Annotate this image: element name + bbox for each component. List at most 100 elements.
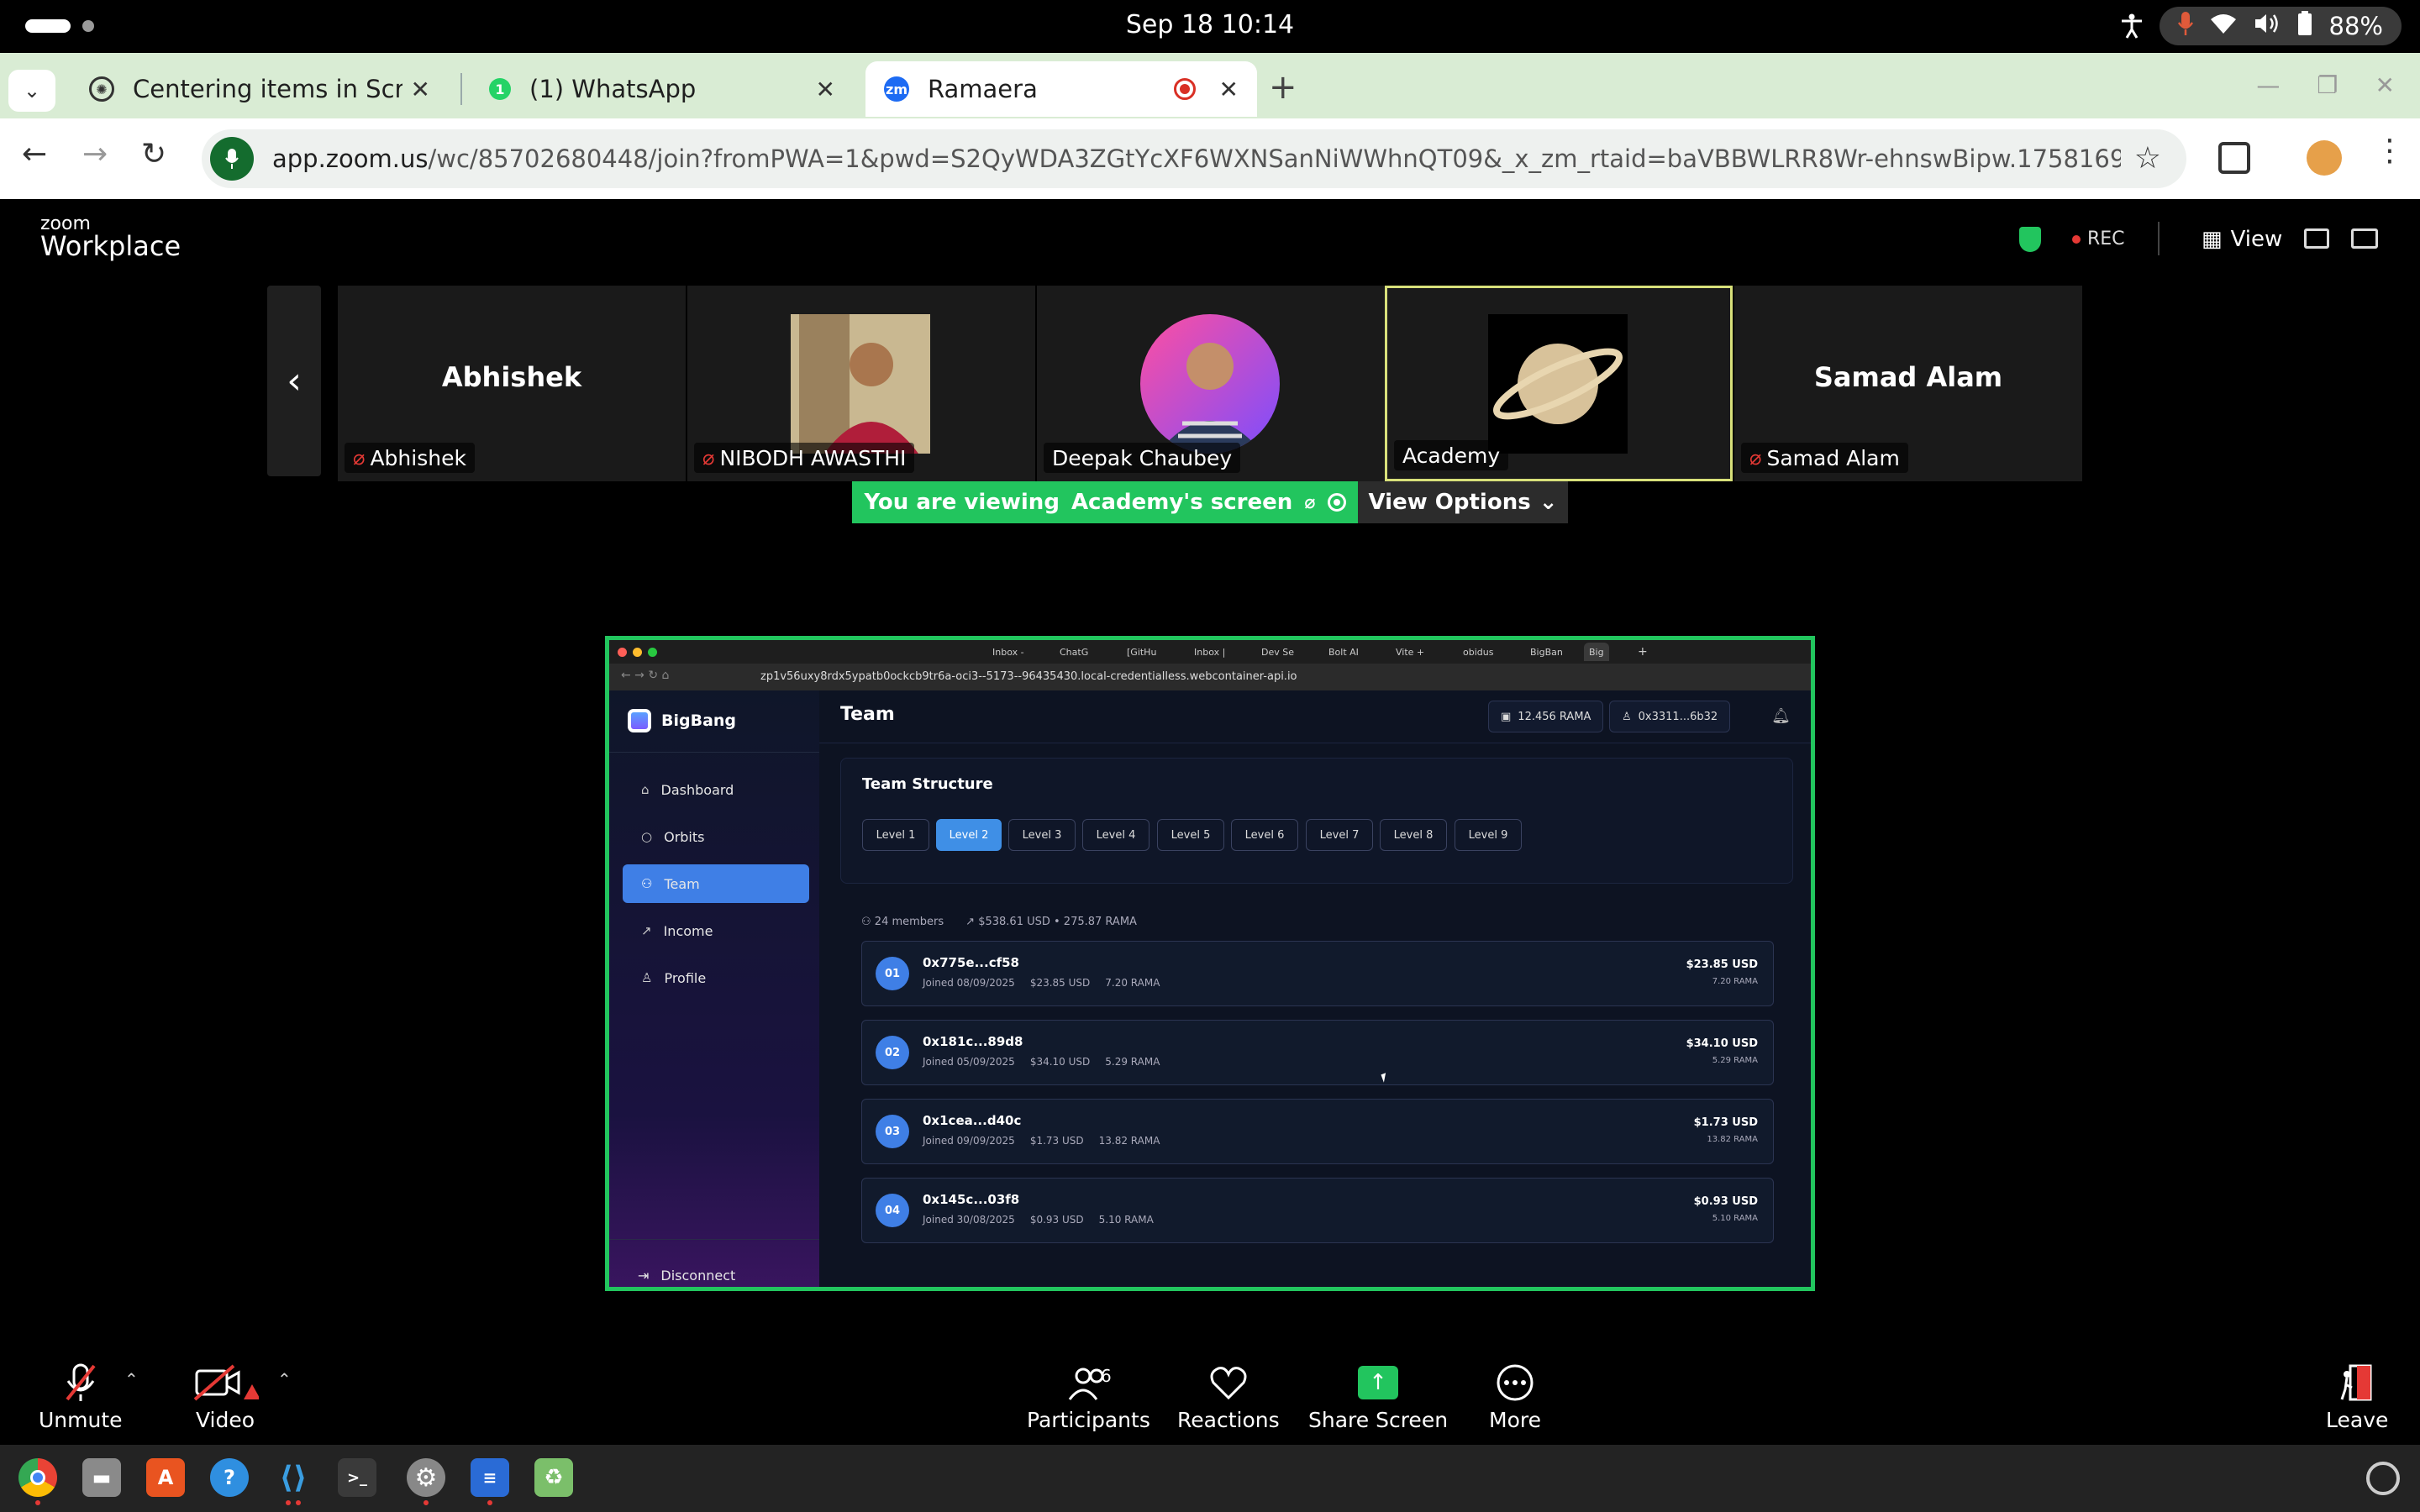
shared-browser-tabs: Inbox - ChatG [GitHu Inbox | Dev Se Bolt…: [609, 640, 1811, 664]
picture-in-picture-icon[interactable]: [2304, 228, 2329, 249]
new-tab-button[interactable]: +: [1269, 68, 1297, 107]
app-center-icon[interactable]: A: [146, 1458, 185, 1497]
grid-view-icon: ▦: [2202, 227, 2223, 252]
tab-chatgpt[interactable]: ✺ Centering items in ScrollV ✕: [71, 61, 449, 117]
audio-options-chevron-icon[interactable]: ⌃: [124, 1369, 139, 1389]
tab-whatsapp[interactable]: 1 (1) WhatsApp ✕: [471, 61, 854, 117]
reload-icon[interactable]: ↻: [141, 137, 166, 171]
participant-big-name: Samad Alam: [1813, 361, 2003, 393]
participant-tile-academy[interactable]: Academy: [1385, 286, 1733, 481]
close-window-icon[interactable]: ✕: [2375, 71, 2395, 99]
participant-name: Abhishek: [370, 445, 466, 470]
shared-tab: obidus: [1463, 646, 1494, 658]
leave-button[interactable]: Leave: [2326, 1362, 2388, 1432]
video-options-chevron-icon[interactable]: ⌃: [277, 1369, 292, 1389]
level-tab: Level 8: [1380, 819, 1447, 851]
shared-address-bar: ← → ↻ ⌂ zp1v56uxy8rdx5ypatb0ockcb9tr6a-o…: [609, 664, 1811, 690]
browser-menu-icon[interactable]: ⋮: [2375, 134, 2405, 168]
url-text[interactable]: app.zoom.us/wc/85702680448/join?fromPWA=…: [272, 144, 2121, 173]
chevron-down-icon: ⌄: [23, 79, 41, 102]
back-arrow-icon[interactable]: ←: [22, 137, 47, 171]
joined-date: Joined 08/09/2025: [923, 977, 1015, 989]
joined-date: Joined 09/09/2025: [923, 1135, 1015, 1147]
participant-tile-deepak[interactable]: Deepak Chaubey: [1037, 286, 1385, 481]
nav-label: Income: [663, 922, 713, 939]
chrome-icon[interactable]: [18, 1458, 57, 1497]
shared-screen[interactable]: Inbox - ChatG [GitHu Inbox | Dev Se Bolt…: [605, 636, 1815, 1291]
fullscreen-icon[interactable]: [2351, 228, 2378, 249]
unmute-button[interactable]: Unmute: [39, 1362, 123, 1432]
maximize-icon[interactable]: ❐: [2317, 71, 2338, 99]
chevron-down-icon: ⌄: [1539, 490, 1558, 515]
mac-minimize-icon: [633, 648, 642, 657]
battery-percent: 88%: [2328, 12, 2383, 40]
participant-tile-samad[interactable]: Samad Alam ⌀ Samad Alam: [1734, 286, 2082, 481]
participant-tile-nibodh[interactable]: ⌀ NIBODH AWASTHI: [687, 286, 1035, 481]
nav-orbits: ○ Orbits: [623, 817, 809, 856]
zoom-icon: zm: [884, 76, 909, 102]
minimize-icon[interactable]: —: [2256, 71, 2280, 99]
team-totals: ↗ $538.61 USD • 275.87 RAMA: [965, 916, 1137, 928]
team-member-row: 03 0x1cea...d40c Joined 09/09/2025 $1.73 …: [861, 1099, 1774, 1164]
close-tab-icon[interactable]: ✕: [1219, 76, 1239, 103]
view-button[interactable]: ▦ View: [2202, 227, 2282, 252]
close-tab-icon[interactable]: ✕: [816, 76, 835, 103]
more-button[interactable]: More: [1489, 1362, 1541, 1432]
member-rama: 5.10 RAMA: [1712, 1214, 1758, 1223]
prev-page-button[interactable]: ‹: [267, 286, 321, 476]
address-bar[interactable]: app.zoom.us/wc/85702680448/join?fromPWA=…: [202, 129, 2186, 188]
tab-separator: [460, 73, 462, 105]
unmute-label: Unmute: [39, 1408, 123, 1432]
url-path: /wc/85702680448/join?fromPWA=1&pwd=S2QyW…: [428, 144, 2121, 173]
running-indicator: [286, 1500, 291, 1505]
member-rama: 7.20 RAMA: [1712, 977, 1758, 986]
share-screen-button[interactable]: ↑ Share Screen: [1308, 1362, 1448, 1432]
files-icon[interactable]: ▬: [82, 1458, 121, 1497]
trend-icon: ↗: [641, 923, 652, 938]
profile-avatar[interactable]: [2307, 140, 2342, 176]
chatgpt-icon: ✺: [89, 76, 114, 102]
forward-arrow-icon[interactable]: →: [82, 137, 108, 171]
video-button[interactable]: Video: [192, 1362, 259, 1432]
member-meta: Joined 08/09/2025 $23.85 USD 7.20 RAMA: [923, 977, 1160, 989]
encryption-shield-icon[interactable]: [2019, 227, 2041, 252]
balance-pill: ▣ 12.456 RAMA: [1488, 701, 1604, 732]
tab-ramaera[interactable]: zm Ramaera ✕: [865, 61, 1257, 117]
row-number: 03: [876, 1115, 909, 1148]
bigbang-brand: BigBang: [628, 709, 736, 732]
show-apps-icon[interactable]: [2366, 1462, 2400, 1495]
wallet-icon: ▣: [1501, 710, 1512, 723]
logout-icon: ⇥: [638, 1268, 650, 1284]
trash-icon[interactable]: ♻: [534, 1458, 573, 1497]
view-label: View: [2230, 227, 2283, 252]
level-tab: Level 3: [1008, 819, 1076, 851]
accessibility-icon[interactable]: [2119, 13, 2144, 39]
tab-search-button[interactable]: ⌄: [8, 70, 55, 112]
view-options-button[interactable]: View Options ⌄: [1358, 481, 1568, 523]
terminal-icon[interactable]: >_: [338, 1458, 376, 1497]
settings-icon[interactable]: ⚙: [407, 1458, 445, 1497]
participants-button[interactable]: Participants: [1027, 1362, 1150, 1432]
extensions-icon[interactable]: [2218, 142, 2250, 174]
bookmark-star-icon[interactable]: ☆: [2134, 141, 2161, 176]
text-editor-icon[interactable]: ≡: [471, 1458, 509, 1497]
system-status-menu[interactable]: 88%: [2159, 7, 2402, 45]
participant-tile-abhishek[interactable]: Abhishek ⌀ Abhishek: [338, 286, 686, 481]
recording-indicator[interactable]: REC: [2072, 228, 2125, 249]
header-divider: [2158, 222, 2160, 255]
level-tab: Level 9: [1455, 819, 1522, 851]
mic-active-icon[interactable]: [210, 137, 254, 181]
browser-toolbar: ← → ↻ app.zoom.us/wc/85702680448/join?fr…: [0, 118, 2420, 199]
running-indicator: [424, 1500, 429, 1505]
help-icon[interactable]: ?: [210, 1458, 249, 1497]
running-indicator: [35, 1500, 40, 1505]
clock[interactable]: Sep 18 10:14: [0, 10, 2420, 39]
close-tab-icon[interactable]: ✕: [411, 76, 430, 103]
share-screen-icon: ↑: [1358, 1366, 1399, 1399]
shared-tab: Inbox -: [992, 646, 1024, 658]
vscode-icon[interactable]: ⟨⟩: [274, 1458, 313, 1497]
member-address: 0x1cea...d40c: [923, 1113, 1022, 1128]
meta-usd: $0.93 USD: [1029, 1214, 1084, 1226]
participants-label: Participants: [1027, 1408, 1150, 1432]
reactions-button[interactable]: Reactions: [1177, 1362, 1280, 1432]
